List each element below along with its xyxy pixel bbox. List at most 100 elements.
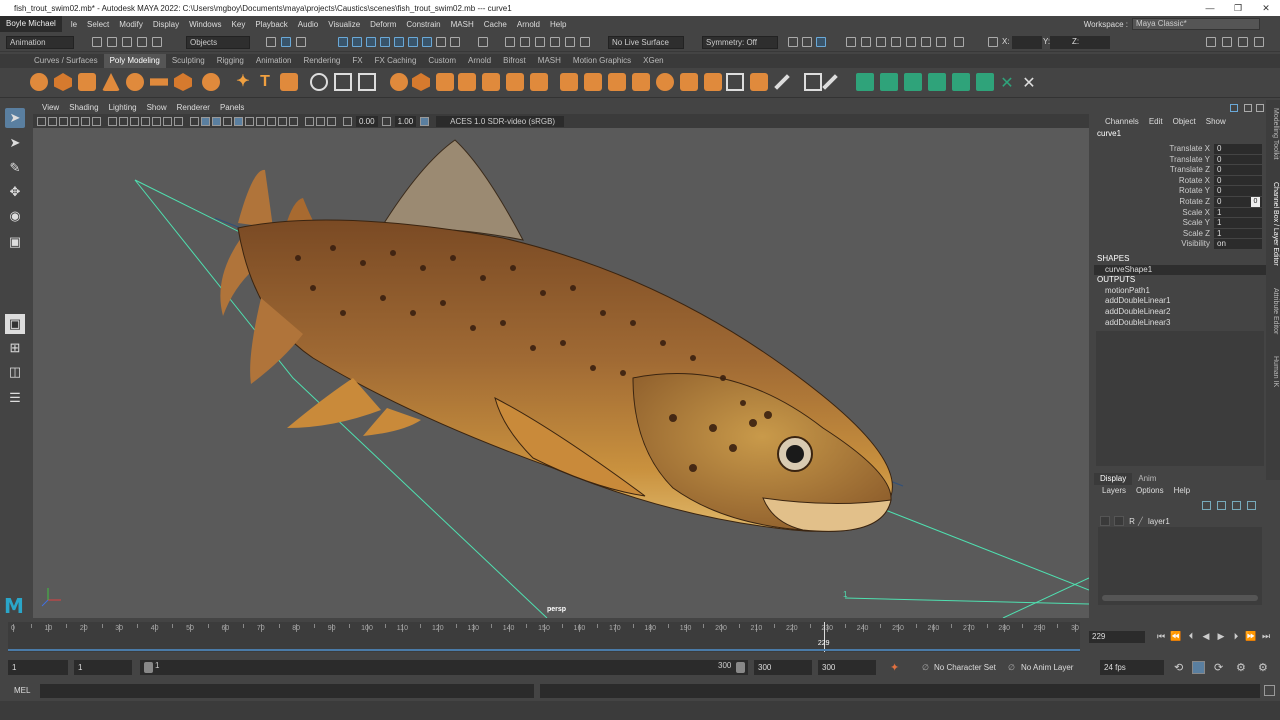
absolute-transform-icon[interactable] bbox=[988, 37, 998, 47]
attr-value-field[interactable]: 0 bbox=[1214, 154, 1262, 165]
poly-cone-icon[interactable] bbox=[102, 73, 120, 91]
animation-prefs-icon[interactable]: ⚙ bbox=[1236, 661, 1246, 674]
trout-model[interactable] bbox=[220, 139, 893, 532]
menu-audio[interactable]: Audio bbox=[293, 20, 323, 29]
poly-disc-icon[interactable] bbox=[174, 73, 192, 91]
ipr-render-icon[interactable] bbox=[520, 37, 530, 47]
poly-plane-icon[interactable] bbox=[150, 78, 168, 86]
separate-icon[interactable] bbox=[334, 73, 352, 91]
viewport[interactable]: 1 persp bbox=[33, 128, 1089, 618]
selected-object-name[interactable]: curve1 bbox=[1094, 128, 1266, 140]
side-tab-human-ik[interactable]: Human IK bbox=[1267, 356, 1279, 387]
shelf-tab-xgen[interactable]: XGen bbox=[637, 54, 669, 68]
step-forward-key-icon[interactable]: ⏩ bbox=[1245, 630, 1257, 642]
attr-row-rotate-x[interactable]: Rotate X0 bbox=[1094, 175, 1266, 187]
gamma-icon[interactable] bbox=[381, 116, 391, 126]
snap-live-icon[interactable] bbox=[394, 37, 404, 47]
maximize-button[interactable]: ❐ bbox=[1224, 0, 1252, 16]
play-forwards-icon[interactable]: ▶ bbox=[1215, 630, 1227, 642]
snap-curve-icon[interactable] bbox=[352, 37, 362, 47]
anim-layer-dropdown[interactable]: No Anim Layer bbox=[1021, 663, 1073, 672]
textured-icon[interactable] bbox=[223, 116, 232, 126]
redo-icon[interactable] bbox=[152, 37, 162, 47]
poly-cube-icon[interactable] bbox=[54, 73, 72, 91]
grease-pencil-icon[interactable] bbox=[92, 116, 101, 126]
character-set-icon[interactable]: ∅ bbox=[922, 663, 929, 672]
attr-row-translate-z[interactable]: Translate Z0 bbox=[1094, 165, 1266, 176]
layer-tab-anim[interactable]: Anim bbox=[1132, 473, 1162, 485]
channel-box-menu-edit[interactable]: Edit bbox=[1144, 116, 1168, 128]
shape-node-curveshape1[interactable]: curveShape1 bbox=[1094, 264, 1266, 276]
shelf-tab-curves-surfaces[interactable]: Curves / Surfaces bbox=[28, 54, 104, 68]
remesh-icon[interactable] bbox=[482, 73, 500, 91]
menu-windows[interactable]: Windows bbox=[184, 20, 226, 29]
combine-icon[interactable] bbox=[310, 73, 328, 91]
character-set-dropdown[interactable]: No Character Set bbox=[934, 663, 996, 672]
range-start-handle[interactable] bbox=[144, 662, 153, 673]
lasso-tool-icon[interactable]: ➤ bbox=[5, 133, 25, 153]
side-tab-attribute-editor[interactable]: Attribute Editor bbox=[1267, 288, 1279, 334]
single-perspective-layout-icon[interactable]: ▣ bbox=[5, 314, 25, 334]
target-weld-icon[interactable] bbox=[750, 73, 768, 91]
shelf-tab-rigging[interactable]: Rigging bbox=[211, 54, 250, 68]
select-by-hierarchy-icon[interactable] bbox=[266, 37, 276, 47]
toggle-panel-icon[interactable] bbox=[802, 37, 812, 47]
lock-icon[interactable] bbox=[450, 37, 460, 47]
sculpt-icon[interactable] bbox=[891, 37, 901, 47]
select-by-object-type-icon[interactable] bbox=[281, 37, 291, 47]
reduce-icon[interactable] bbox=[458, 73, 476, 91]
platonic-solid-icon[interactable] bbox=[202, 73, 220, 91]
tool-settings-toggle-icon[interactable] bbox=[1238, 37, 1248, 47]
user-account-button[interactable]: Boyle Michael bbox=[0, 16, 62, 32]
gate-mask-icon[interactable] bbox=[141, 116, 150, 126]
menu-constrain[interactable]: Constrain bbox=[401, 20, 445, 29]
selection-mode-dropdown[interactable]: Objects bbox=[186, 36, 250, 49]
super-shape-icon[interactable]: ✦ bbox=[234, 73, 252, 91]
sound-icon[interactable]: ⟳ bbox=[1214, 661, 1223, 674]
retopologize-icon[interactable] bbox=[506, 73, 524, 91]
attr-row-rotate-y[interactable]: Rotate Y0 bbox=[1094, 186, 1266, 197]
grid-icon[interactable] bbox=[921, 37, 931, 47]
current-time-indicator[interactable] bbox=[823, 622, 825, 652]
save-scene-icon[interactable] bbox=[122, 37, 132, 47]
attr-value-field[interactable]: 0 bbox=[1214, 186, 1262, 196]
render-settings-icon[interactable] bbox=[535, 37, 545, 47]
poke-icon[interactable] bbox=[704, 73, 722, 91]
layer-name[interactable]: layer1 bbox=[1148, 517, 1170, 526]
grid-toggle-icon[interactable] bbox=[108, 116, 117, 126]
boolean-icon[interactable] bbox=[390, 73, 408, 91]
playback-prefs-icon[interactable]: ⚙ bbox=[1258, 661, 1268, 674]
output-node-adddoublelinear2[interactable]: addDoubleLinear2 bbox=[1094, 307, 1266, 318]
smooth-icon[interactable] bbox=[358, 73, 376, 91]
command-language-label[interactable]: MEL bbox=[14, 686, 30, 695]
attr-value-field[interactable]: 0 bbox=[1214, 144, 1262, 154]
menu-playback[interactable]: Playback bbox=[250, 20, 292, 29]
menu-key[interactable]: Key bbox=[227, 20, 251, 29]
shelf-tab-custom[interactable]: Custom bbox=[422, 54, 462, 68]
live-surface-field[interactable]: No Live Surface bbox=[608, 36, 684, 49]
channel-box-menu-channels[interactable]: Channels bbox=[1100, 116, 1144, 128]
panel-menu-panels[interactable]: Panels bbox=[215, 103, 249, 112]
film-gate-icon[interactable] bbox=[119, 116, 128, 126]
wedge-icon[interactable] bbox=[680, 73, 698, 91]
move-tool-icon[interactable]: ✥ bbox=[5, 182, 25, 202]
script-editor-icon[interactable] bbox=[1264, 685, 1275, 696]
fill-hole-icon[interactable] bbox=[656, 73, 674, 91]
shadows-icon[interactable] bbox=[245, 116, 254, 126]
x-coord-field[interactable] bbox=[1012, 36, 1042, 49]
motion-blur-icon[interactable] bbox=[267, 116, 276, 126]
attribute-editor-toggle-icon[interactable] bbox=[1222, 37, 1232, 47]
layer-color-icon[interactable]: ╱ bbox=[1138, 517, 1148, 526]
menu-cache[interactable]: Cache bbox=[479, 20, 512, 29]
output-node-motionpath1[interactable]: motionPath1 bbox=[1094, 286, 1266, 297]
channel-box-menu-show[interactable]: Show bbox=[1201, 116, 1231, 128]
move-layer-down-icon[interactable] bbox=[1217, 501, 1226, 510]
menu-mash[interactable]: MASH bbox=[446, 20, 479, 29]
menu-modify[interactable]: Modify bbox=[114, 20, 148, 29]
lights-icon[interactable] bbox=[234, 116, 243, 126]
attr-value-field[interactable]: 1 bbox=[1214, 218, 1262, 228]
channel-box-layout-icon[interactable] bbox=[1230, 104, 1238, 112]
exposure-icon[interactable] bbox=[343, 116, 352, 126]
workspace-dropdown[interactable]: Maya Classic* bbox=[1132, 18, 1260, 30]
symmetry-dropdown[interactable]: Symmetry: Off bbox=[702, 36, 778, 49]
